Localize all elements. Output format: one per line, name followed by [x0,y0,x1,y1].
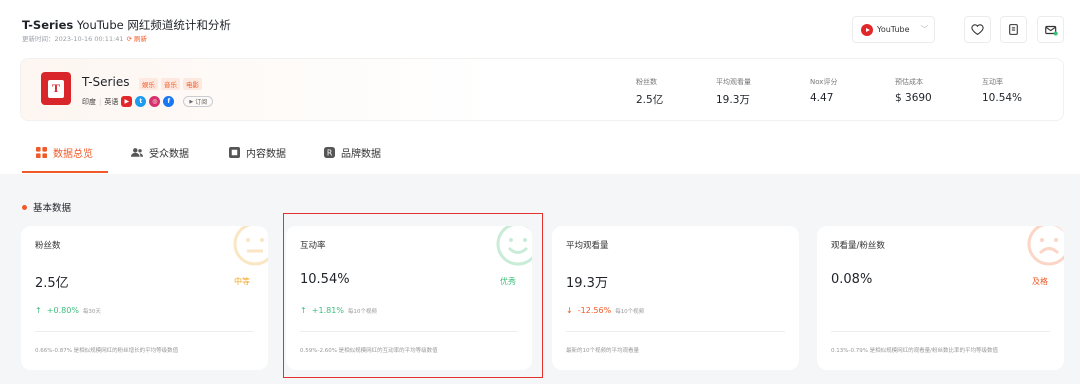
stat-label: 互动率 [982,78,1003,86]
divider [831,331,1050,332]
tab-overview[interactable]: 数据总览 [36,145,93,160]
chevron-down-icon: ﹀ [920,25,929,34]
instagram-icon[interactable]: ◎ [149,96,161,107]
users-icon [131,148,143,157]
tab-bar: 数据总览 受众数据 内容数据 R 品牌数据 [0,134,1080,174]
tab-label: 内容数据 [246,149,286,160]
change-note: 每30天 [82,309,101,315]
title-suffix: YouTube 网红频道统计和分析 [73,18,231,32]
grid-icon [36,147,47,158]
card-value: 0.08% [831,272,873,287]
tag-item: 娱乐 [139,78,158,90]
tab-content[interactable]: 内容数据 [229,145,286,160]
metric-card-view-follower-ratio: 观看量/粉丝数 0.08% 及格 0.13%-0.79% 是相似规模网红的观看量… [817,226,1064,370]
content-icon [229,147,240,158]
stat-value: 4.47 [810,92,834,104]
tab-label: 品牌数据 [341,149,381,160]
change-value: +0.80% [46,306,79,315]
platform-label: YouTube [877,25,910,34]
highlight-annotation-box [283,213,543,378]
language-label: 英语 [104,97,119,106]
arrow-down-icon: ↓ [566,306,573,315]
channel-meta: 印度 | 英语 ▶ t ◎ f ▶ 订阅 [82,96,214,107]
stat-estimated-cost: 预估成本 $ 3690 [895,77,932,104]
change-value: -12.56% [577,306,612,315]
rating-badge: 中等 [234,277,250,286]
facebook-icon[interactable]: f [163,96,175,107]
tab-audience[interactable]: 受众数据 [131,145,189,160]
country-label: 印度 [82,97,96,106]
subscribe-button[interactable]: ▶ 订阅 [183,96,214,107]
stat-value: $ 3690 [895,92,932,104]
change-row: ↓ -12.56% 每10个视频 [566,306,644,315]
updated-time: 2023-10-16 00:11:41 [54,35,124,43]
category-tags: 娱乐 音乐 电影 [139,78,202,90]
tab-brand[interactable]: R 品牌数据 [324,145,381,160]
youtube-icon[interactable]: ▶ [121,96,133,107]
card-footnote: 0.66%-0.87% 是相似规模网红的粉丝增长的平均等级数值 [35,348,179,354]
divider [35,331,254,332]
svg-text:R: R [327,149,333,158]
tab-label: 受众数据 [149,149,189,160]
card-label: 平均观看量 [566,241,609,251]
document-icon [1009,24,1018,35]
active-tab-indicator [22,171,108,173]
metric-card-followers: 粉丝数 2.5亿 中等 ↑ +0.80% 每30天 0.66%-0.87% 是相似… [21,226,268,370]
channel-avatar: T [41,72,71,105]
page-title: T-Series YouTube 网红频道统计和分析 [22,17,231,33]
channel-profile-card: T T-Series 娱乐 音乐 电影 印度 | 英语 ▶ t ◎ f ▶ 订阅 … [20,58,1064,121]
card-label: 粉丝数 [35,241,61,251]
divider [566,331,785,332]
brand-icon: R [324,147,335,158]
refresh-button[interactable]: ⟳ 刷新 [127,35,148,43]
page-header: T-Series YouTube 网红频道统计和分析 更新时间：2023-10-… [0,0,1080,56]
stat-value: 19.3万 [716,94,750,106]
stat-followers: 粉丝数 2.5亿 [636,77,663,107]
card-footnote: 0.13%-0.79% 是相似规模网红的观看量/粉丝数比率的平均等级数值 [831,348,999,354]
stat-engagement-rate: 互动率 10.54% [982,77,1022,104]
youtube-icon: ▶ [189,98,194,105]
card-footnote: 最新的10个视频的平均观看量 [566,348,639,354]
stat-value: 2.5亿 [636,94,664,106]
update-info: 更新时间：2023-10-16 00:11:41 ⟳ 刷新 [22,33,147,43]
tab-label: 数据总览 [53,149,93,160]
stat-value: 10.54% [982,92,1023,104]
change-note: 每10个视频 [615,309,645,315]
divider: | [99,97,102,106]
section-title-text: 基本数据 [33,203,72,214]
stat-label: 平均观看量 [716,78,751,86]
mail-icon [1044,25,1058,36]
stat-label: Nox评分 [810,78,838,86]
heart-icon [971,24,984,36]
rating-badge: 及格 [1032,277,1048,286]
twitter-icon[interactable]: t [135,96,147,107]
updated-label: 更新时间： [22,35,55,43]
stat-label: 粉丝数 [636,78,657,86]
change-row: ↑ +0.80% 每30天 [35,306,101,315]
arrow-up-icon: ↑ [35,306,42,315]
card-value: 19.3万 [566,276,608,291]
tag-item: 电影 [183,78,202,90]
report-button[interactable] [1000,16,1027,43]
card-value: 2.5亿 [35,276,69,291]
metric-card-avg-views: 平均观看量 19.3万 ↓ -12.56% 每10个视频 最新的10个视频的平均观… [552,226,799,370]
card-label: 观看量/粉丝数 [831,241,885,251]
section-title: 基本数据 [22,200,71,214]
bullet-dot [22,204,27,210]
contact-button[interactable] [1037,16,1064,43]
youtube-icon [861,23,873,36]
channel-name: T-Series [82,75,130,89]
stat-nox-score: Nox评分 4.47 [810,77,837,104]
stat-avg-views: 平均观看量 19.3万 [716,77,751,107]
platform-select[interactable]: YouTube ﹀ [852,16,935,43]
sad-face-icon [1027,226,1064,266]
stat-label: 预估成本 [895,78,923,86]
neutral-face-icon [233,226,268,266]
title-channel-name: T-Series [22,18,74,32]
tag-item: 音乐 [161,78,180,90]
subscribe-label: 订阅 [195,99,208,106]
favorite-button[interactable] [964,16,991,43]
